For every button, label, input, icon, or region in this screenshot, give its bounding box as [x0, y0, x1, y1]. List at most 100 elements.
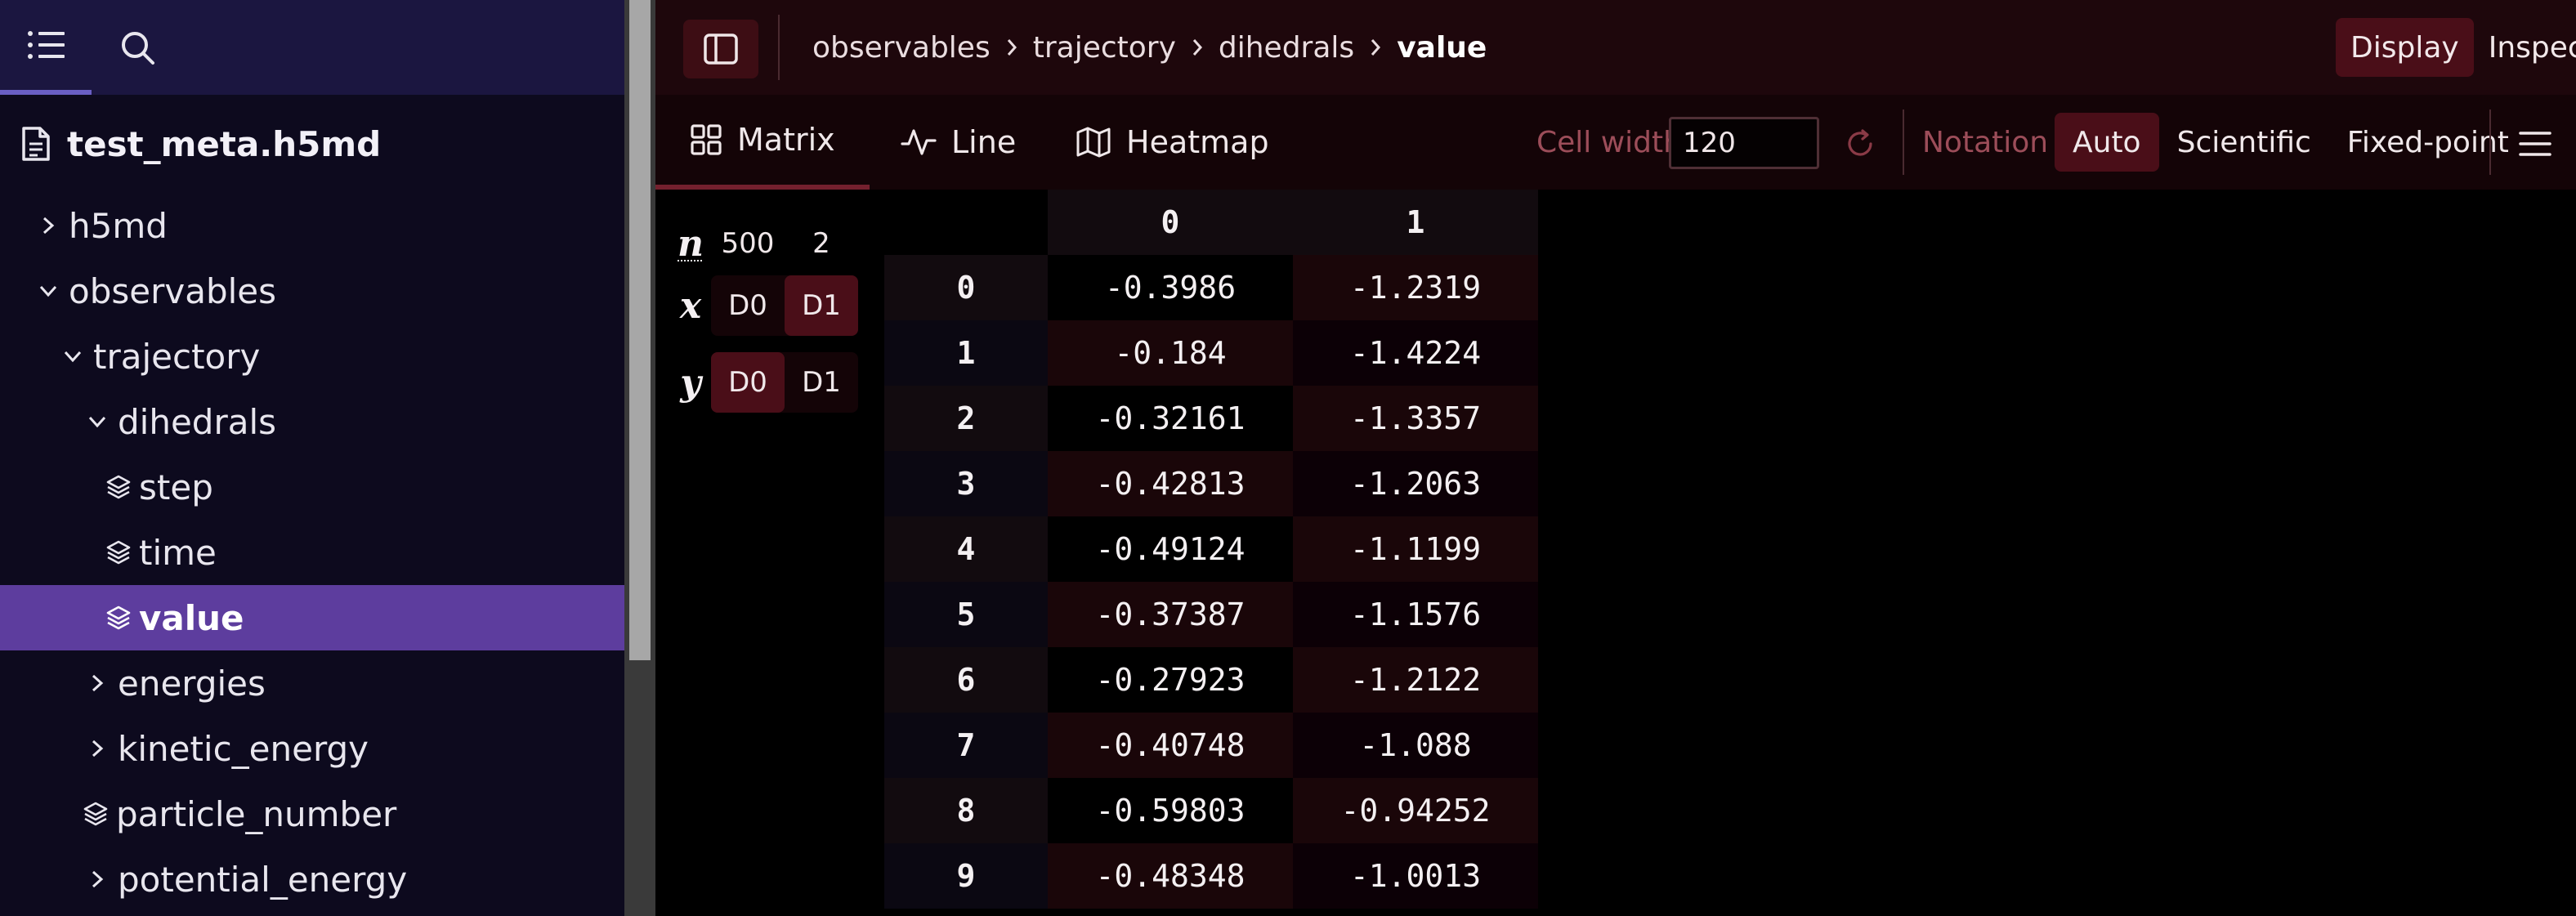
tab-line[interactable]: Line [901, 95, 1016, 190]
chevron-right-icon [1191, 38, 1204, 57]
x-axis-toggle: D0 D1 [711, 275, 858, 336]
tab-label: Heatmap [1126, 124, 1269, 160]
tree-item-potential-energy[interactable]: potential_energy [0, 847, 624, 912]
matrix-row: 8 -0.59803 -0.94252 [884, 778, 1538, 843]
matrix-row: 3 -0.42813 -1.2063 [884, 451, 1538, 516]
tree-item-value[interactable]: value [0, 585, 624, 650]
tree-item-h5md[interactable]: h5md [0, 193, 624, 258]
matrix-row: 4 -0.49124 -1.1199 [884, 516, 1538, 582]
sidebar-panel-icon [703, 33, 739, 65]
matrix-cell: -1.1576 [1293, 582, 1538, 647]
row-index: 0 [884, 255, 1048, 320]
dims-label: n [678, 222, 704, 265]
matrix-cell: -0.37387 [1048, 582, 1293, 647]
matrix-cell: -0.94252 [1293, 778, 1538, 843]
tree-item-dihedrals[interactable]: dihedrals [0, 389, 624, 454]
file-root[interactable]: test_meta.h5md [0, 95, 624, 193]
tree-item-label: particle_number [116, 793, 397, 834]
inspect-mode-button[interactable]: Inspect [2474, 18, 2576, 77]
chevron-right-icon [1005, 38, 1018, 57]
matrix-cell: -0.27923 [1048, 647, 1293, 713]
matrix-corner [884, 190, 1048, 255]
matrix-row: 5 -0.37387 -1.1576 [884, 582, 1538, 647]
matrix-cell: -0.49124 [1048, 516, 1293, 582]
tree-item-observables[interactable]: observables [0, 258, 624, 324]
tab-matrix[interactable]: Matrix [655, 95, 870, 190]
tree-item-kinetic-energy[interactable]: kinetic_energy [0, 716, 624, 781]
divider [1903, 109, 1904, 175]
x-axis-d0-button[interactable]: D0 [711, 275, 785, 336]
matrix-row: 7 -0.40748 -1.088 [884, 713, 1538, 778]
tree-item-time[interactable]: time [0, 520, 624, 585]
row-index: 4 [884, 516, 1048, 582]
divider [778, 15, 780, 80]
row-index: 8 [884, 778, 1048, 843]
matrix-row: 2 -0.32161 -1.3357 [884, 386, 1538, 451]
tree-item-energies[interactable]: energies [0, 650, 624, 716]
scrollbar-thumb[interactable] [629, 0, 651, 660]
tree-item-label: time [139, 532, 217, 573]
matrix-cell: -0.40748 [1048, 713, 1293, 778]
tab-heatmap[interactable]: Heatmap [1076, 95, 1269, 190]
matrix-row: 6 -0.27923 -1.2122 [884, 647, 1538, 713]
tree-item-label: trajectory [93, 336, 261, 377]
breadcrumb-current: value [1397, 30, 1487, 65]
notation-fixed-point-button[interactable]: Fixed-point [2329, 113, 2527, 172]
chevron-down-icon [80, 389, 114, 454]
chevron-right-icon [31, 193, 65, 258]
breadcrumb-item[interactable]: dihedrals [1219, 31, 1354, 65]
menu-button[interactable] [2509, 119, 2561, 168]
tree-item-particle-number[interactable]: particle_number [0, 781, 624, 847]
breadcrumb-item[interactable]: trajectory [1033, 31, 1176, 65]
matrix-cell: -0.3986 [1048, 255, 1293, 320]
matrix-cell: -1.2319 [1293, 255, 1538, 320]
dim-size: 500 [721, 227, 775, 260]
y-axis-d0-button[interactable]: D0 [711, 352, 785, 413]
row-index: 9 [884, 843, 1048, 909]
matrix-cell: -0.48348 [1048, 843, 1293, 909]
layers-icon [101, 454, 136, 520]
reset-cell-width-button[interactable] [1836, 119, 1885, 168]
matrix-cell: -0.184 [1048, 320, 1293, 386]
toggle-sidebar-button[interactable] [683, 20, 758, 78]
y-axis-d1-button[interactable]: D1 [785, 352, 858, 413]
tree-item-label: potential_energy [118, 859, 408, 900]
matrix-cell: -1.2122 [1293, 647, 1538, 713]
row-index: 6 [884, 647, 1048, 713]
y-axis-row: y D0 D1 [655, 350, 858, 415]
hamburger-menu-icon [2518, 130, 2552, 158]
search-icon [119, 29, 155, 65]
mode-toggle: Display Inspect [2336, 18, 2576, 77]
layers-icon [101, 520, 136, 585]
breadcrumb-item[interactable]: observables [812, 31, 991, 65]
matrix-grid: 0 1 0 -0.3986 -1.2319 1 -0.184 -1.4224 2 -0.32161… [884, 190, 1538, 916]
matrix-cell: -0.42813 [1048, 451, 1293, 516]
x-axis-label: x [679, 284, 702, 327]
matrix-cell: -1.2063 [1293, 451, 1538, 516]
cell-width-input[interactable] [1669, 117, 1819, 169]
notation-auto-button[interactable]: Auto [2055, 113, 2159, 172]
tree-item-label: observables [69, 270, 276, 311]
list-icon [27, 29, 65, 60]
cell-width-label: Cell width [1536, 125, 1682, 159]
explorer-tab[interactable] [0, 0, 92, 95]
file-name: test_meta.h5md [67, 123, 382, 164]
tree-item-step[interactable]: step [0, 454, 624, 520]
chevron-right-icon [80, 847, 114, 912]
display-mode-button[interactable]: Display [2336, 18, 2474, 77]
tab-label: Line [951, 124, 1017, 160]
activity-line-icon [901, 126, 937, 159]
matrix-cell: -1.0013 [1293, 843, 1538, 909]
visualization-toolbar: Matrix Line Heatmap Cell width Notation … [655, 95, 2576, 190]
dimension-mapper: n 500 2 x D0 D1 y D0 D1 [655, 190, 884, 435]
notation-scientific-button[interactable]: Scientific [2159, 113, 2329, 172]
matrix-cell: -0.32161 [1048, 386, 1293, 451]
x-axis-d1-button[interactable]: D1 [785, 275, 858, 336]
search-tab[interactable] [92, 0, 183, 95]
sidebar-scrollbar[interactable] [624, 0, 655, 916]
tree-item-trajectory[interactable]: trajectory [0, 324, 624, 389]
grid-icon [690, 123, 722, 156]
matrix-cell: -0.59803 [1048, 778, 1293, 843]
matrix-cell: -1.1199 [1293, 516, 1538, 582]
tree-item-label: dihedrals [118, 401, 277, 442]
